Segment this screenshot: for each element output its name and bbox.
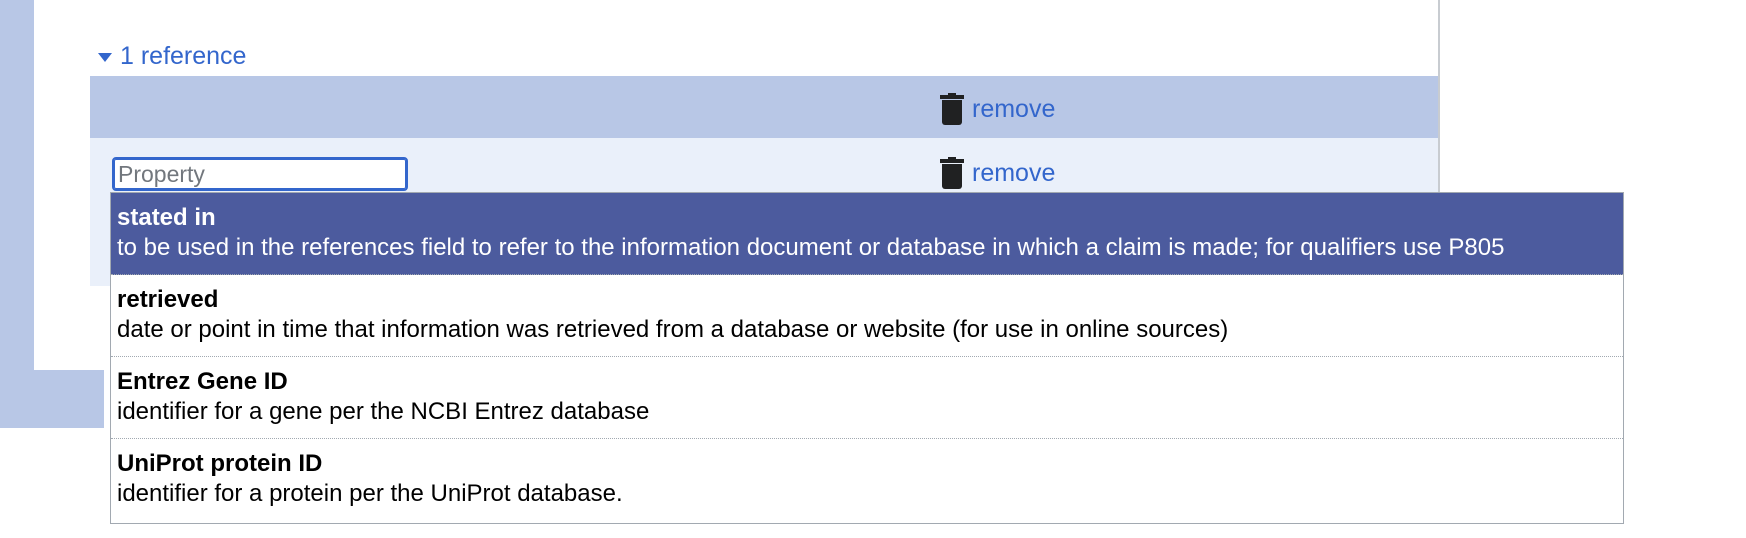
suggestion-item[interactable]: retrieved date or point in time that inf… <box>111 275 1623 357</box>
suggestion-description: identifier for a gene per the NCBI Entre… <box>117 398 650 425</box>
suggestion-label: UniProt protein ID <box>117 450 323 477</box>
trash-icon <box>940 157 964 189</box>
references-toggle[interactable]: 1 reference <box>98 38 246 74</box>
triangle-down-icon <box>98 52 112 62</box>
suggestion-description: date or point in time that information w… <box>117 316 1229 343</box>
suggestion-label: stated in <box>117 204 216 231</box>
suggestion-label: retrieved <box>117 286 219 313</box>
reference-remove-label: remove <box>972 94 1056 123</box>
reference-header <box>90 76 1438 138</box>
trash-icon <box>940 93 964 125</box>
snak-remove-label: remove <box>972 158 1056 187</box>
suggestion-item[interactable]: stated in to be used in the references f… <box>111 193 1623 275</box>
references-toggle-label: 1 reference <box>120 41 247 70</box>
property-input[interactable] <box>112 157 408 191</box>
property-suggestions-menu: stated in to be used in the references f… <box>110 192 1624 524</box>
snak-remove-button[interactable]: remove <box>940 157 1055 189</box>
reference-remove-button[interactable]: remove <box>940 93 1055 125</box>
suggestion-item[interactable]: UniProt protein ID identifier for a prot… <box>111 439 1623 523</box>
suggestion-label: Entrez Gene ID <box>117 368 288 395</box>
suggestion-description: to be used in the references field to re… <box>117 234 1505 261</box>
suggestion-description: identifier for a protein per the UniProt… <box>117 480 623 507</box>
suggestion-item[interactable]: Entrez Gene ID identifier for a gene per… <box>111 357 1623 439</box>
